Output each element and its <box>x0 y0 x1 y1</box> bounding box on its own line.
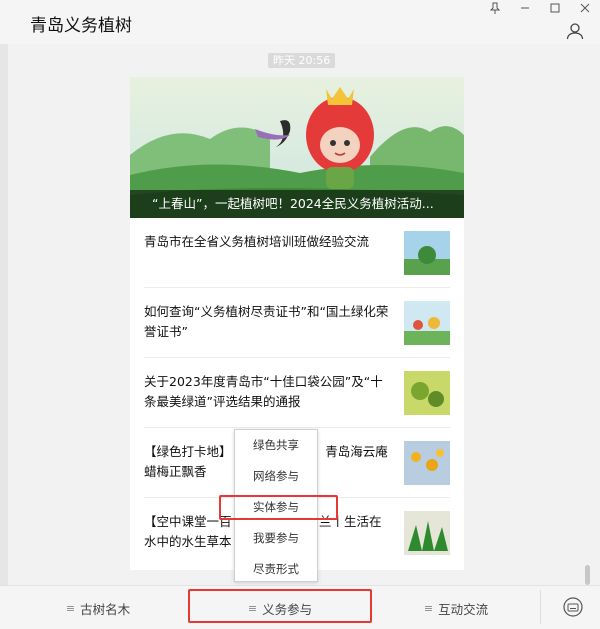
tab-ancient-trees[interactable]: ≡ 古树名木 <box>8 586 188 629</box>
article-title: 关于2023年度青岛市“十佳口袋公园”及“十条最美绿道”评选结果的通报 <box>144 374 383 409</box>
menu-highlight-box <box>219 495 338 520</box>
tab-interaction[interactable]: ≡ 互动交流 <box>372 586 540 629</box>
close-icon[interactable] <box>570 0 600 16</box>
maximize-icon[interactable] <box>540 0 570 16</box>
window-controls <box>480 0 600 16</box>
article-thumbnail <box>404 371 450 415</box>
menu-item-i-want-to-participate[interactable]: 我要参与 <box>235 523 317 554</box>
divider <box>540 590 541 624</box>
chat-title: 青岛义务植树 <box>30 16 132 36</box>
scrollbar[interactable] <box>585 565 590 585</box>
pin-icon[interactable] <box>480 0 510 16</box>
article-item[interactable]: 关于2023年度青岛市“十佳口袋公园”及“十条最美绿道”评选结果的通报 <box>144 358 450 428</box>
minimize-icon[interactable] <box>510 0 540 16</box>
article-thumbnail <box>404 231 450 275</box>
menu-icon: ≡ <box>65 601 76 615</box>
menu-item-green-share[interactable]: 绿色共享 <box>235 430 317 461</box>
message-timestamp: 昨天 20:56 <box>268 53 336 68</box>
article-thumbnail <box>404 441 450 485</box>
menu-item-duty-forms[interactable]: 尽责形式 <box>235 554 317 585</box>
article-thumbnail <box>404 301 450 345</box>
banner-caption: “上春山”，一起植树吧！2024全民义务植树活动... <box>130 190 464 218</box>
title-bar: 青岛义务植树 <box>0 0 600 44</box>
menu-item-online-participation[interactable]: 网络参与 <box>235 461 317 492</box>
menu-icon: ≡ <box>423 601 434 615</box>
article-title: 青岛市在全省义务植树培训班做经验交流 <box>144 234 370 249</box>
banner-article[interactable]: “上春山”，一起植树吧！2024全民义务植树活动... <box>130 77 464 218</box>
tab-highlight-box <box>188 589 372 623</box>
tab-label: 互动交流 <box>438 601 489 617</box>
article-item[interactable]: 如何查询“义务植树尽责证书”和“国土绿化荣誉证书” <box>144 288 450 358</box>
keyboard-switch-icon[interactable] <box>562 596 584 618</box>
article-title: 如何查询“义务植树尽责证书”和“国土绿化荣誉证书” <box>144 304 389 339</box>
profile-icon[interactable] <box>566 22 584 40</box>
tab-label: 古树名木 <box>80 601 131 617</box>
article-item[interactable]: 青岛市在全省义务植树培训班做经验交流 <box>144 218 450 288</box>
article-thumbnail <box>404 511 450 555</box>
